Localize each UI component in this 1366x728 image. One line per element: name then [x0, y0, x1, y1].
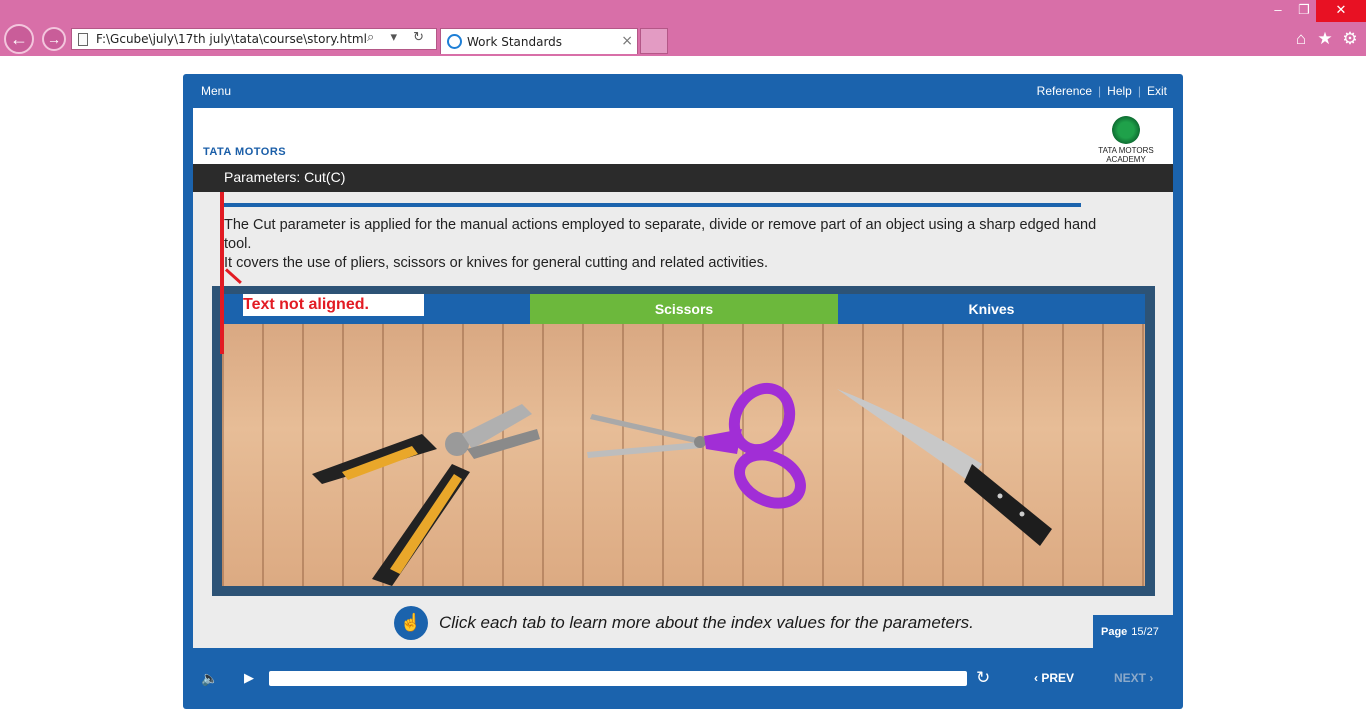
page-indicator: Page 15/27 — [1093, 615, 1173, 648]
tab-scissors[interactable]: Scissors — [530, 294, 838, 324]
progress-bar[interactable] — [269, 671, 967, 686]
academy-logo: TATA MOTORS ACADEMY — [1089, 116, 1163, 164]
window-close-button[interactable]: ✕ — [1316, 0, 1366, 22]
arrow-left-icon: ← — [10, 29, 28, 49]
document-icon — [78, 33, 88, 46]
replay-icon[interactable]: ↻ — [976, 668, 990, 688]
tab-knives[interactable]: Knives — [838, 294, 1145, 324]
page-label: Page — [1101, 626, 1128, 638]
paragraph-1: The Cut parameter is applied for the man… — [224, 217, 1097, 252]
close-tab-icon[interactable]: × — [621, 33, 633, 49]
minimize-button[interactable]: – — [1266, 0, 1290, 22]
address-tools-icon[interactable]: ⌕ ▾ ↻ — [367, 30, 430, 45]
restore-button[interactable]: ❐ — [1292, 0, 1316, 22]
tree-icon — [1112, 116, 1140, 144]
browser-chrome: ← → F:\Gcube\july\17th july\tata\course\… — [0, 0, 1366, 56]
course-player: Menu Reference | Help | Exit TATA MOTORS TAT… — [183, 74, 1183, 709]
address-bar[interactable]: F:\Gcube\july\17th july\tata\course\stor… — [71, 28, 437, 50]
back-button[interactable]: ← — [4, 24, 34, 54]
slide-area: TATA MOTORS TATA MOTORS ACADEMY Paramete… — [193, 108, 1173, 648]
help-link[interactable]: Help — [1107, 84, 1132, 98]
reference-link[interactable]: Reference — [1037, 84, 1092, 98]
annotation-line — [220, 192, 224, 354]
address-text: F:\Gcube\july\17th july\tata\course\stor… — [96, 32, 367, 46]
tata-motors-logo: TATA MOTORS — [203, 146, 287, 158]
play-icon[interactable]: ▶ — [244, 670, 254, 686]
title-bar: Parameters: Cut(C) — [193, 164, 1173, 192]
arrow-right-icon: → — [47, 31, 61, 47]
paragraph-2: It covers the use of pliers, scissors or… — [224, 255, 768, 271]
knife-icon — [837, 389, 1052, 546]
pliers-icon — [312, 404, 540, 586]
volume-icon[interactable]: 🔈 — [201, 670, 218, 687]
hand-pointer-icon: ☝ — [394, 606, 428, 640]
next-button[interactable]: NEXT › — [1114, 671, 1153, 685]
favorites-icon[interactable]: ★ — [1314, 28, 1336, 50]
prev-button[interactable]: ‹ PREV — [1034, 671, 1074, 685]
scissors-icon — [587, 382, 806, 509]
instruction-text: Click each tab to learn more about the i… — [439, 613, 974, 632]
exit-link[interactable]: Exit — [1147, 84, 1167, 98]
tab-title: Work Standards — [467, 35, 563, 49]
separator: | — [1137, 84, 1141, 98]
tools-image — [222, 324, 1145, 586]
top-links: Reference | Help | Exit — [1037, 84, 1167, 98]
forward-button[interactable]: → — [42, 27, 66, 51]
divider — [224, 203, 1081, 207]
ie-icon — [447, 34, 462, 49]
browser-tab[interactable]: Work Standards × — [440, 28, 638, 54]
body-text: The Cut parameter is applied for the man… — [224, 216, 1104, 273]
menu-button[interactable]: Menu — [201, 84, 231, 98]
new-tab-button[interactable] — [640, 28, 668, 54]
page-title: Parameters: Cut(C) — [224, 169, 346, 185]
annotation-text: Text not aligned. — [243, 296, 369, 313]
academy-logo-text: TATA MOTORS ACADEMY — [1098, 146, 1154, 164]
home-icon[interactable]: ⌂ — [1290, 28, 1312, 50]
page-number: 15/27 — [1131, 626, 1159, 638]
separator: | — [1098, 84, 1102, 98]
gear-icon[interactable]: ⚙ — [1339, 28, 1361, 50]
tools-illustration — [312, 382, 1052, 586]
slide-header: TATA MOTORS TATA MOTORS ACADEMY — [193, 108, 1173, 164]
tab-panel: Scissors Knives — [212, 286, 1155, 596]
